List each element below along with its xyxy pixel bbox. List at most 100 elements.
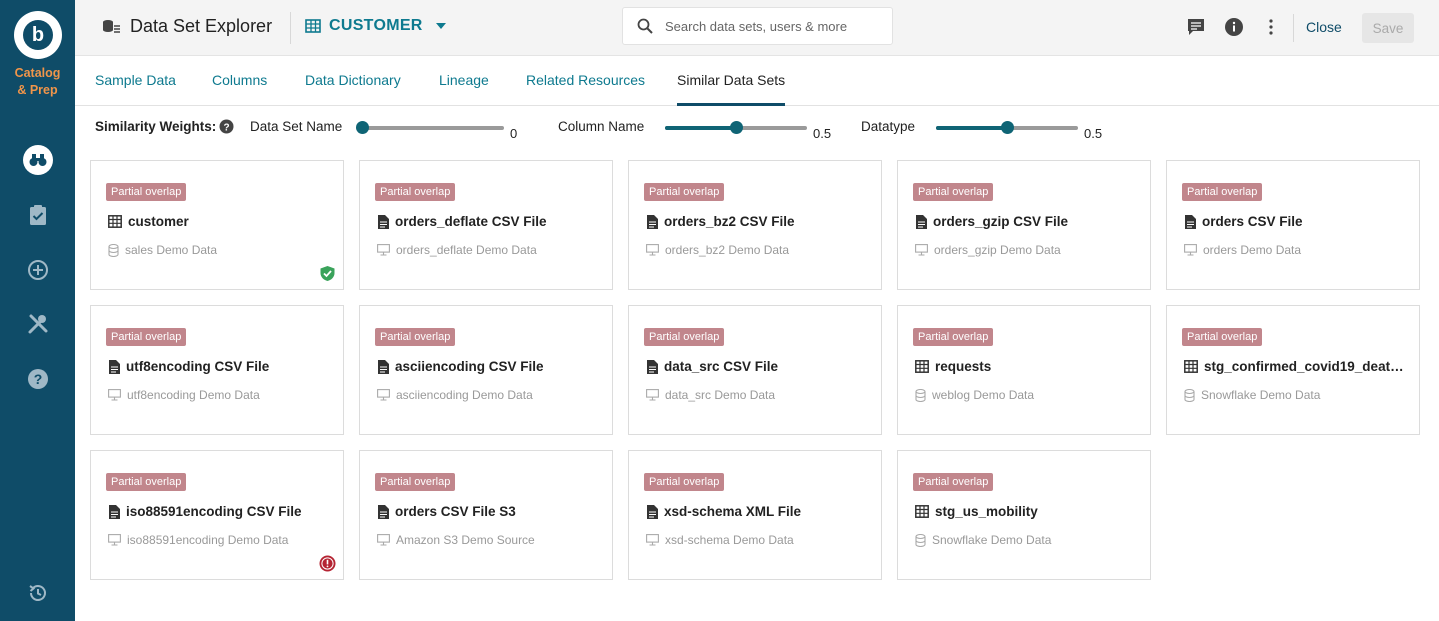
dataset-card[interactable]: Partial overlap orders_deflate CSV File or… — [359, 160, 613, 290]
slider-handle[interactable] — [730, 121, 743, 134]
dataset-card[interactable]: Partial overlap utf8encoding CSV File utf8… — [90, 305, 344, 435]
dataset-title[interactable]: orders CSV File S3 — [377, 504, 602, 519]
sidebar-item-explore[interactable] — [22, 144, 54, 176]
sidebar-item-history[interactable] — [22, 577, 54, 609]
slider-fill — [665, 126, 736, 130]
dataset-card[interactable]: Partial overlap xsd-schema XML File xsd-sc… — [628, 450, 882, 580]
dataset-source: utf8encoding Demo Data — [108, 388, 260, 402]
tab-related-resources[interactable]: Related Resources — [526, 72, 645, 106]
sidebar-item-help[interactable]: ? — [22, 363, 54, 395]
search-input[interactable] — [665, 18, 875, 34]
dataset-title[interactable]: orders_deflate CSV File — [377, 214, 602, 229]
search-icon — [637, 18, 653, 34]
tab-lineage[interactable]: Lineage — [439, 72, 489, 106]
file-icon — [646, 504, 658, 519]
dataset-card[interactable]: Partial overlap asciiencoding CSV File asc… — [359, 305, 613, 435]
dataset-source: Amazon S3 Demo Source — [377, 533, 535, 547]
overlap-badge: Partial overlap — [375, 328, 456, 346]
monitor-icon — [377, 534, 390, 546]
dataset-card[interactable]: Partial overlap orders CSV File S3 Amazon … — [359, 450, 613, 580]
weights-help-button[interactable]: ? — [219, 119, 234, 137]
database-icon — [108, 243, 119, 257]
dataset-source-text: orders Demo Data — [1203, 243, 1302, 257]
global-search[interactable] — [622, 7, 893, 45]
weight-slider-datatype[interactable] — [936, 121, 1078, 134]
save-button[interactable]: Save — [1362, 13, 1414, 43]
dataset-title[interactable]: orders CSV File — [1184, 214, 1409, 229]
dataset-source-text: data_src Demo Data — [665, 388, 776, 402]
sidebar-item-create[interactable] — [22, 254, 54, 286]
dataset-title[interactable]: utf8encoding CSV File — [108, 359, 333, 374]
weight-slider-column-name[interactable] — [665, 121, 807, 134]
overlap-badge: Partial overlap — [1182, 328, 1263, 346]
slider-handle[interactable] — [356, 121, 369, 134]
dataset-card[interactable]: Partial overlap stg_confirmed_covid19_dea… — [1166, 305, 1420, 435]
overlap-badge: Partial overlap — [106, 473, 187, 491]
more-options-button[interactable] — [1260, 16, 1282, 38]
overlap-badge: Partial overlap — [375, 183, 456, 201]
tab-similar-data-sets[interactable]: Similar Data Sets — [677, 72, 786, 106]
slider-handle[interactable] — [1001, 121, 1014, 134]
dataset-card[interactable]: Partial overlap customer sales Demo Data — [90, 160, 344, 290]
alert-icon — [318, 554, 336, 572]
dataset-title[interactable]: asciiencoding CSV File — [377, 359, 602, 374]
dataset-title[interactable]: customer — [108, 214, 333, 229]
file-icon — [377, 214, 389, 229]
weight-slider-dataset-name[interactable] — [356, 121, 504, 134]
tab-sample-data[interactable]: Sample Data — [95, 72, 176, 106]
sidebar-item-tools[interactable] — [22, 308, 54, 340]
weight-label-dataset-name: Data Set Name — [250, 119, 343, 134]
dataset-card[interactable]: Partial overlap requests weblog Demo Data — [897, 305, 1151, 435]
brand-label: Catalog & Prep — [0, 65, 75, 99]
dataset-card[interactable]: Partial overlap iso88591encoding CSV File… — [90, 450, 344, 580]
dataset-card[interactable]: Partial overlap orders CSV File orders Dem… — [1166, 160, 1420, 290]
close-button[interactable]: Close — [1306, 19, 1342, 35]
tab-columns[interactable]: Columns — [212, 72, 267, 106]
dataset-title[interactable]: data_src CSV File — [646, 359, 871, 374]
table-icon — [1184, 360, 1198, 373]
file-icon — [646, 359, 658, 374]
sidebar-item-tasks[interactable] — [22, 199, 54, 231]
dataset-title-text: asciiencoding CSV File — [395, 359, 544, 374]
dataset-source-text: iso88591encoding Demo Data — [127, 533, 289, 547]
add-circle-icon — [28, 260, 48, 280]
caret-down-icon — [435, 23, 446, 29]
dataset-source: orders_gzip Demo Data — [915, 243, 1061, 257]
similarity-weights-label: Similarity Weights: — [95, 119, 217, 134]
dataset-title-text: stg_us_mobility — [935, 504, 1038, 519]
dataset-card[interactable]: Partial overlap orders_gzip CSV File order… — [897, 160, 1151, 290]
dataset-title[interactable]: iso88591encoding CSV File — [108, 504, 333, 519]
help-icon: ? — [219, 119, 234, 134]
dataset-title[interactable]: xsd-schema XML File — [646, 504, 871, 519]
dataset-source-text: asciiencoding Demo Data — [396, 388, 533, 402]
dataset-source: orders_deflate Demo Data — [377, 243, 537, 257]
database-icon — [915, 388, 926, 402]
dataset-title[interactable]: stg_confirmed_covid19_deaths_u... — [1184, 359, 1409, 374]
dataset-selector[interactable]: CUSTOMER — [305, 17, 447, 35]
dataset-title-text: orders CSV File — [1202, 214, 1303, 229]
dataset-source: sales Demo Data — [108, 243, 217, 257]
dataset-card[interactable]: Partial overlap stg_us_mobility Snowflake … — [897, 450, 1151, 580]
table-icon — [915, 505, 929, 518]
slider-fill — [936, 126, 1007, 130]
dataset-source-text: sales Demo Data — [125, 243, 218, 257]
dataset-card[interactable]: Partial overlap data_src CSV File data_src… — [628, 305, 882, 435]
dataset-title[interactable]: requests — [915, 359, 1140, 374]
svg-text:?: ? — [34, 371, 43, 387]
app-logo[interactable]: b — [14, 11, 62, 59]
similarity-weights: Similarity Weights: ? Data Set Name 0 Co… — [95, 116, 1195, 141]
comments-button[interactable] — [1185, 16, 1207, 38]
monitor-icon — [915, 244, 928, 256]
info-button[interactable] — [1223, 16, 1245, 38]
weight-value-datatype: 0.5 — [1084, 126, 1103, 141]
overlap-badge: Partial overlap — [106, 328, 187, 346]
dataset-source-text: orders_deflate Demo Data — [396, 243, 537, 257]
dataset-title[interactable]: orders_bz2 CSV File — [646, 214, 871, 229]
dataset-source: data_src Demo Data — [646, 388, 775, 402]
dataset-title[interactable]: orders_gzip CSV File — [915, 214, 1140, 229]
dataset-source: xsd-schema Demo Data — [646, 533, 794, 547]
dataset-title[interactable]: stg_us_mobility — [915, 504, 1140, 519]
overlap-badge: Partial overlap — [644, 183, 725, 201]
dataset-card[interactable]: Partial overlap orders_bz2 CSV File orders… — [628, 160, 882, 290]
tab-data-dictionary[interactable]: Data Dictionary — [305, 72, 401, 106]
